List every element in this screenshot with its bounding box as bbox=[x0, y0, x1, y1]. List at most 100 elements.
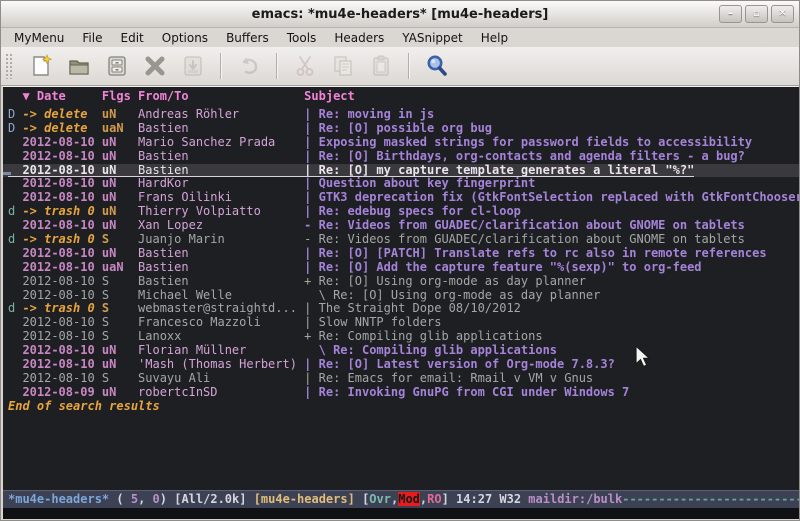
menubar: MyMenuFileEditOptionsBuffersToolsHeaders… bbox=[1, 28, 799, 47]
copy-icon bbox=[330, 53, 356, 79]
row-date: 2012-08-10 bbox=[22, 330, 101, 344]
message-row[interactable]: d -> trash 0 S Juanjo Marin - Re: Videos… bbox=[3, 233, 799, 247]
row-date: 2012-08-10 bbox=[22, 275, 101, 289]
minimize-button[interactable]: – bbox=[719, 5, 742, 23]
menu-file[interactable]: File bbox=[73, 30, 111, 46]
message-row[interactable]: 2012-08-10 uN HardKor | Question about k… bbox=[3, 177, 799, 191]
titlebar[interactable]: emacs: *mu4e-headers* [mu4e-headers] – ▫… bbox=[1, 1, 799, 28]
window-buttons: – ▫ ✕ bbox=[719, 5, 794, 23]
row-from: Mario Sanchez Prada bbox=[138, 136, 304, 150]
row-from: Andreas Röhler bbox=[138, 108, 304, 122]
headers-buffer[interactable]: ▼ Date Flgs From/To Subject D -> delete … bbox=[3, 86, 799, 490]
new-file-button[interactable] bbox=[24, 51, 58, 81]
row-flags: uN bbox=[102, 344, 138, 358]
message-row[interactable]: 2012-08-10 uN Frans Oilinki | GTK3 depre… bbox=[3, 191, 799, 205]
maximize-button[interactable]: ▫ bbox=[745, 5, 768, 23]
save-as-button[interactable] bbox=[176, 51, 210, 81]
row-from: Thierry Volpiatto bbox=[138, 205, 304, 219]
row-flags: uN bbox=[102, 150, 138, 164]
row-mark bbox=[8, 358, 22, 372]
menu-yasnippet[interactable]: YASnippet bbox=[393, 30, 472, 46]
message-row[interactable]: 2012-08-10 uN Mario Sanchez Prada | Expo… bbox=[3, 136, 799, 150]
message-row[interactable]: D -> delete uN Andreas Röhler | Re: movi… bbox=[3, 108, 799, 122]
row-flags: uN bbox=[102, 108, 138, 122]
row-subject: | Re: [O] Add the capture feature "%(sex… bbox=[304, 261, 799, 275]
menu-tools[interactable]: Tools bbox=[278, 30, 326, 46]
undo-button[interactable] bbox=[232, 51, 266, 81]
column-subject[interactable]: Subject bbox=[304, 90, 799, 108]
message-row[interactable]: 2012-08-10 uaN Bastien | Re: [O] Add the… bbox=[3, 261, 799, 275]
column-date[interactable]: ▼ Date bbox=[22, 90, 101, 108]
menu-options[interactable]: Options bbox=[153, 30, 217, 46]
message-row[interactable]: 2012-08-10 S Francesco Mazzoli | Slow NN… bbox=[3, 316, 799, 330]
modeline: *mu4e-headers* ( 5, 0) [All/2.0k] [mu4e-… bbox=[3, 490, 799, 508]
row-from: Bastien bbox=[138, 150, 304, 164]
row-mark bbox=[8, 386, 22, 400]
menu-mymenu[interactable]: MyMenu bbox=[5, 30, 73, 46]
row-flags: S bbox=[102, 289, 138, 303]
row-flags: uN bbox=[102, 205, 138, 219]
row-mark bbox=[8, 191, 22, 205]
menu-headers[interactable]: Headers bbox=[325, 30, 393, 46]
cut-icon bbox=[292, 53, 318, 79]
row-date: 2012-08-10 bbox=[22, 247, 101, 261]
row-subject: | Re: [O] Birthdays, org-contacts and ag… bbox=[304, 150, 799, 164]
column-from[interactable]: From/To bbox=[138, 90, 304, 108]
row-subject: | Slow NNTP folders bbox=[304, 316, 799, 330]
headers-column-row[interactable]: ▼ Date Flgs From/To Subject bbox=[3, 87, 799, 108]
message-row[interactable]: 2012-08-10 uN Florian Müllner \ Re: Comp… bbox=[3, 344, 799, 358]
message-row[interactable]: d -> trash 0 S webmaster@straightd... | … bbox=[3, 302, 799, 316]
row-subject: | Re: Emacs for email: Rmail v VM v Gnus bbox=[304, 372, 799, 386]
delete-button[interactable] bbox=[138, 51, 172, 81]
column-flags[interactable]: Flgs bbox=[102, 90, 138, 108]
modeline-segment-purple: 5 bbox=[131, 492, 138, 506]
row-from: Bastien bbox=[138, 247, 304, 261]
row-mark: d bbox=[8, 302, 22, 316]
minibuffer[interactable] bbox=[3, 508, 799, 519]
row-subject: | Re: [O] Latest version of Org-mode 7.8… bbox=[304, 358, 799, 372]
message-row[interactable]: 2012-08-10 uN Xan Lopez - Re: Videos fro… bbox=[3, 219, 799, 233]
modeline-segment-mod: Mod bbox=[398, 492, 420, 506]
open-folder-icon bbox=[66, 53, 92, 79]
copy-button[interactable] bbox=[326, 51, 360, 81]
message-row[interactable]: 2012-08-09 uN robertcInSD | Re: Invoking… bbox=[3, 386, 799, 400]
open-file-button[interactable] bbox=[62, 51, 96, 81]
row-flags: uN bbox=[102, 219, 138, 233]
row-mark bbox=[8, 150, 22, 164]
row-from: Bastien bbox=[138, 275, 304, 289]
row-mark bbox=[8, 219, 22, 233]
message-row[interactable]: 2012-08-10 S Lanoxx + Re: Compiling glib… bbox=[3, 330, 799, 344]
row-date: 2012-08-10 bbox=[22, 164, 101, 177]
row-from: Bastien bbox=[138, 164, 304, 177]
save-buffer-button[interactable] bbox=[100, 51, 134, 81]
menu-help[interactable]: Help bbox=[472, 30, 517, 46]
message-row[interactable]: 2012-08-10 uN Bastien | Re: [O] [PATCH] … bbox=[3, 247, 799, 261]
modeline-segment-pink: RO bbox=[427, 492, 441, 506]
message-row[interactable]: 2012-08-10 S Bastien + Re: [O] Using org… bbox=[3, 275, 799, 289]
message-row[interactable]: D -> delete uaN Bastien | Re: [O] possib… bbox=[3, 122, 799, 136]
message-row[interactable]: 2012-08-10 uN Bastien | Re: [O] Birthday… bbox=[3, 150, 799, 164]
row-subject: | Re: edebug specs for cl-loop bbox=[304, 205, 799, 219]
search-button[interactable] bbox=[420, 51, 454, 81]
toolbar-drag-handle[interactable] bbox=[5, 53, 14, 79]
modeline-segment-tan: [mu4e-headers] bbox=[254, 492, 355, 506]
row-flags: uN bbox=[102, 164, 138, 177]
modeline-segment-blue: *mu4e-headers* bbox=[8, 492, 109, 506]
message-row[interactable]: d -> trash 0 uN Thierry Volpiatto | Re: … bbox=[3, 205, 799, 219]
row-from: 'Mash (Thomas Herbert) bbox=[138, 358, 304, 372]
paste-button[interactable] bbox=[364, 51, 398, 81]
modeline-segment-plain: ] 14:27 W32 bbox=[442, 492, 529, 506]
toolbar bbox=[1, 47, 799, 86]
menu-edit[interactable]: Edit bbox=[112, 30, 153, 46]
message-row[interactable]: 2012-08-10 uN Bastien | Re: [O] my captu… bbox=[3, 164, 799, 178]
cut-button[interactable] bbox=[288, 51, 322, 81]
row-mark bbox=[8, 261, 22, 275]
message-row[interactable]: 2012-08-10 S Suvayu Ali | Re: Emacs for … bbox=[3, 372, 799, 386]
close-button[interactable]: ✕ bbox=[771, 5, 794, 23]
row-date: 2012-08-10 bbox=[22, 219, 101, 233]
modeline-segment-purple: 0 bbox=[153, 492, 160, 506]
row-subject: \ Re: [O] Using org-mode as day planner bbox=[304, 289, 799, 303]
message-row[interactable]: 2012-08-10 uN 'Mash (Thomas Herbert) | R… bbox=[3, 358, 799, 372]
menu-buffers[interactable]: Buffers bbox=[217, 30, 278, 46]
message-row[interactable]: 2012-08-10 S Michael Welle \ Re: [O] Usi… bbox=[3, 289, 799, 303]
